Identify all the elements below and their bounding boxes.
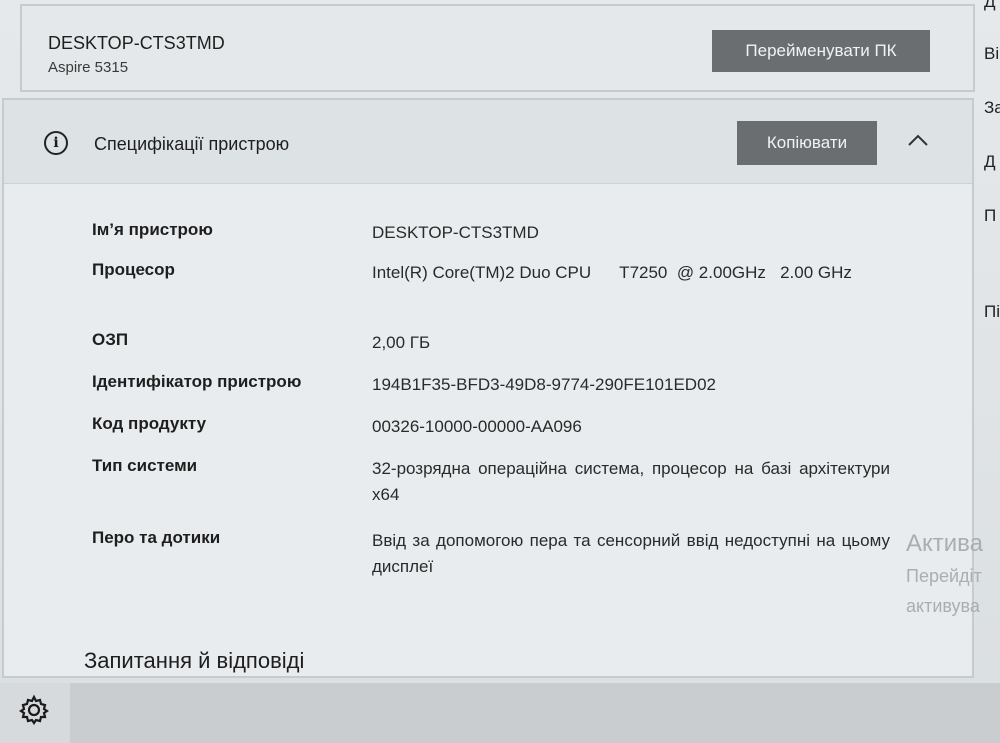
- device-specifications-panel: i Специфікації пристрою Копіювати Ім’я п…: [2, 98, 974, 678]
- device-model: Aspire 5315: [48, 59, 129, 76]
- spec-label-device-id: Ідентифікатор пристрою: [92, 372, 302, 391]
- spec-label-product-id: Код продукту: [92, 414, 207, 433]
- spec-value-ram: 2,00 ГБ: [372, 333, 431, 352]
- spec-value-system-type: 32-розрядна операційна система, процесор…: [372, 459, 890, 504]
- device-card: DESKTOP-CTS3TMD Aspire 5315 Перейменуват…: [20, 4, 975, 92]
- spec-label-device-name: Ім’я пристрою: [92, 220, 213, 239]
- device-name: DESKTOP-CTS3TMD: [48, 33, 225, 53]
- spec-label-system-type: Тип системи: [92, 456, 198, 475]
- right-link-fragment[interactable]: Д: [984, 0, 996, 12]
- specifications-header[interactable]: i Специфікації пристрою Копіювати: [4, 100, 972, 184]
- right-link-fragment[interactable]: Ві: [984, 44, 999, 64]
- faq-heading: Запитання й відповіді: [84, 648, 305, 673]
- spec-value-product-id: 00326-10000-00000-AA096: [372, 417, 582, 436]
- specifications-title: Специфікації пристрою: [94, 134, 290, 154]
- spec-label-processor: Процесор: [92, 260, 175, 279]
- activation-watermark-line: активува: [906, 596, 980, 616]
- spec-label-pen-touch: Перо та дотики: [92, 528, 221, 547]
- spec-value-processor: Intel(R) Core(TM)2 Duo CPU T7250 @ 2.00G…: [372, 263, 852, 282]
- right-link-fragment[interactable]: За: [984, 98, 1000, 118]
- right-link-fragment[interactable]: Пі: [984, 302, 1000, 322]
- gear-icon[interactable]: [18, 694, 50, 726]
- copy-button[interactable]: Копіювати: [737, 121, 877, 165]
- activation-watermark-title: Актива: [906, 530, 984, 557]
- chevron-up-icon[interactable]: [906, 128, 930, 152]
- right-link-fragment[interactable]: П: [984, 206, 996, 226]
- spec-value-device-name: DESKTOP-CTS3TMD: [372, 223, 539, 242]
- spec-value-device-id: 194B1F35-BFD3-49D8-9774-290FE101ED02: [372, 375, 716, 394]
- activation-watermark-line: Перейдіт: [906, 566, 982, 586]
- spec-value-pen-touch: Ввід за допомогою пера та сенсорний ввід…: [372, 531, 890, 576]
- bottom-bar-panel: [70, 683, 1000, 743]
- right-link-fragment[interactable]: Д: [984, 152, 996, 172]
- info-icon: i: [44, 131, 68, 155]
- spec-label-ram: ОЗП: [92, 330, 129, 349]
- bottom-bar: [0, 683, 1000, 743]
- rename-pc-button[interactable]: Перейменувати ПК: [712, 30, 930, 72]
